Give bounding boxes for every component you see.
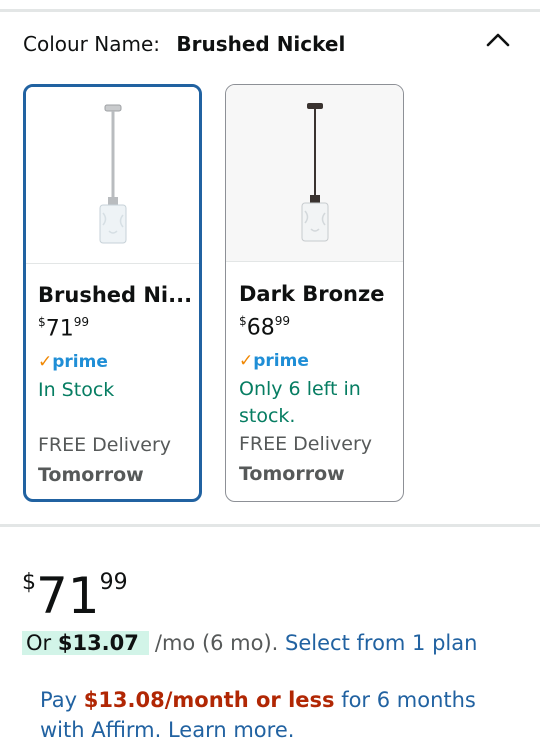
delivery-text: FREE Delivery: [239, 433, 373, 455]
variation-label: Colour Name:: [23, 32, 160, 56]
option-name: Dark Bronze: [239, 282, 385, 306]
top-divider: [0, 9, 540, 12]
installment-row: Or $13.07/mo (6 mo). Select from 1 plan: [22, 631, 477, 655]
select-plan-link[interactable]: Select from 1 plan: [285, 631, 477, 655]
stock-status: Only 6 left in stock.: [239, 378, 361, 427]
affirm-financing-link[interactable]: Pay $13.08/month or less for 6 months wi…: [40, 685, 510, 745]
prime-check-icon: ✓: [239, 351, 254, 371]
option-price: $6899: [239, 314, 291, 341]
prime-badge: ✓prime: [239, 351, 309, 371]
installment-highlight: Or $13.07: [22, 631, 149, 655]
stock-status: In Stock: [38, 379, 115, 401]
product-image: [26, 87, 199, 264]
variation-selected-value: Brushed Nickel: [176, 32, 346, 56]
option-price: $7199: [38, 315, 90, 342]
product-image: [226, 85, 403, 262]
delivery-date: Tomorrow: [38, 464, 144, 486]
option-name: Brushed Ni...: [38, 283, 193, 307]
product-price: $7199: [22, 567, 128, 625]
prime-badge: ✓prime: [38, 352, 108, 372]
variation-header: Colour Name: Brushed Nickel: [23, 32, 345, 56]
affirm-amount: $13.08/month or less: [83, 688, 335, 712]
pendant-light-icon: [301, 103, 328, 242]
variation-option-brushed-nickel[interactable]: Brushed Ni... $7199 ✓prime In Stock FREE…: [23, 84, 202, 502]
section-divider: [0, 524, 540, 527]
installment-amount: $13.07: [57, 631, 139, 655]
installment-term: /mo (6 mo).: [154, 631, 279, 655]
delivery-text: FREE Delivery: [38, 434, 172, 456]
chevron-up-icon[interactable]: [484, 30, 512, 50]
variation-option-dark-bronze[interactable]: Dark Bronze $6899 ✓prime Only 6 left in …: [225, 84, 404, 502]
pendant-light-icon: [99, 104, 126, 244]
prime-check-icon: ✓: [38, 352, 53, 372]
delivery-date: Tomorrow: [239, 463, 345, 485]
